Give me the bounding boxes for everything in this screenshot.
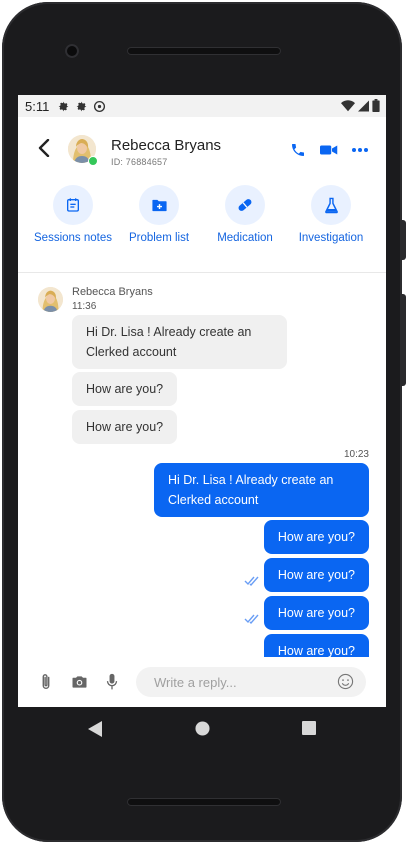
emoji-icon[interactable] <box>337 673 354 690</box>
settings-icon <box>58 101 69 111</box>
more-options-icon[interactable] <box>352 148 368 152</box>
action-label: Investigation <box>298 232 364 244</box>
reply-input[interactable] <box>152 673 326 691</box>
online-status-dot <box>88 156 98 166</box>
sync-icon <box>94 100 106 112</box>
outgoing-message[interactable]: How are you? <box>263 520 369 554</box>
message-thread[interactable]: Rebecca Bryans 11:36 Hi Dr. Lisa ! Alrea… <box>18 273 386 657</box>
action-investigation[interactable]: Investigation <box>286 185 376 246</box>
sender-avatar <box>38 287 63 312</box>
folder-plus-icon <box>151 199 167 211</box>
power-button <box>400 220 406 260</box>
wifi-icon <box>341 99 355 111</box>
camera-icon[interactable] <box>71 675 88 689</box>
signal-icon <box>358 100 369 111</box>
battery-icon <box>372 99 380 112</box>
outgoing-message[interactable]: How are you? <box>263 558 369 592</box>
attachment-icon[interactable] <box>40 673 52 691</box>
action-problem-list[interactable]: Problem list <box>114 185 204 246</box>
sender-name: Rebecca Bryans <box>72 286 153 298</box>
outgoing-message[interactable]: How are you? <box>263 634 369 657</box>
action-medication[interactable]: Medication <box>200 185 290 246</box>
incoming-message[interactable]: How are you? <box>72 372 178 406</box>
back-arrow-icon[interactable] <box>38 139 50 157</box>
pill-icon <box>238 199 252 211</box>
read-receipt-icon <box>244 614 259 624</box>
status-time: 5:11 <box>25 98 50 114</box>
chat-header: Rebecca Bryans ID: 76884657 <box>18 117 386 183</box>
nav-back-icon[interactable] <box>88 721 102 737</box>
phone-call-icon[interactable] <box>290 142 306 158</box>
read-receipt-icon <box>244 576 259 586</box>
action-label: Medication <box>217 232 273 244</box>
front-camera <box>65 44 79 58</box>
volume-button <box>400 294 406 386</box>
video-call-icon[interactable] <box>320 143 338 157</box>
outgoing-message[interactable]: How are you? <box>263 596 369 630</box>
patient-id: ID: 76884657 <box>111 157 168 167</box>
incoming-message[interactable]: Hi Dr. Lisa ! Already create an Clerked … <box>72 315 287 369</box>
flask-icon <box>324 197 338 213</box>
earpiece-speaker <box>127 47 281 55</box>
settings-icon <box>76 101 87 111</box>
notes-icon <box>67 198 79 212</box>
bottom-speaker <box>127 798 281 806</box>
reply-box[interactable] <box>136 667 366 697</box>
app-screen: 5:11 Rebecca Bryans ID: 76884657 Session… <box>18 95 386 707</box>
outgoing-message[interactable]: Hi Dr. Lisa ! Already create an Clerked … <box>154 463 369 517</box>
incoming-time: 11:36 <box>72 301 97 312</box>
microphone-icon[interactable] <box>106 673 118 691</box>
outgoing-time: 10:23 <box>343 449 369 460</box>
incoming-message[interactable]: How are you? <box>72 410 178 444</box>
status-bar: 5:11 <box>18 95 386 117</box>
action-label: Sessions notes <box>34 232 112 244</box>
nav-recents-icon[interactable] <box>302 721 316 735</box>
system-nav-bar <box>18 707 386 753</box>
action-sessions-notes[interactable]: Sessions notes <box>28 185 118 246</box>
patient-name: Rebecca Bryans <box>111 137 222 154</box>
composer <box>18 657 386 707</box>
action-label: Problem list <box>128 232 190 244</box>
nav-home-icon[interactable] <box>195 721 210 736</box>
quick-actions: Sessions notes Problem list Medication I… <box>18 185 386 352</box>
